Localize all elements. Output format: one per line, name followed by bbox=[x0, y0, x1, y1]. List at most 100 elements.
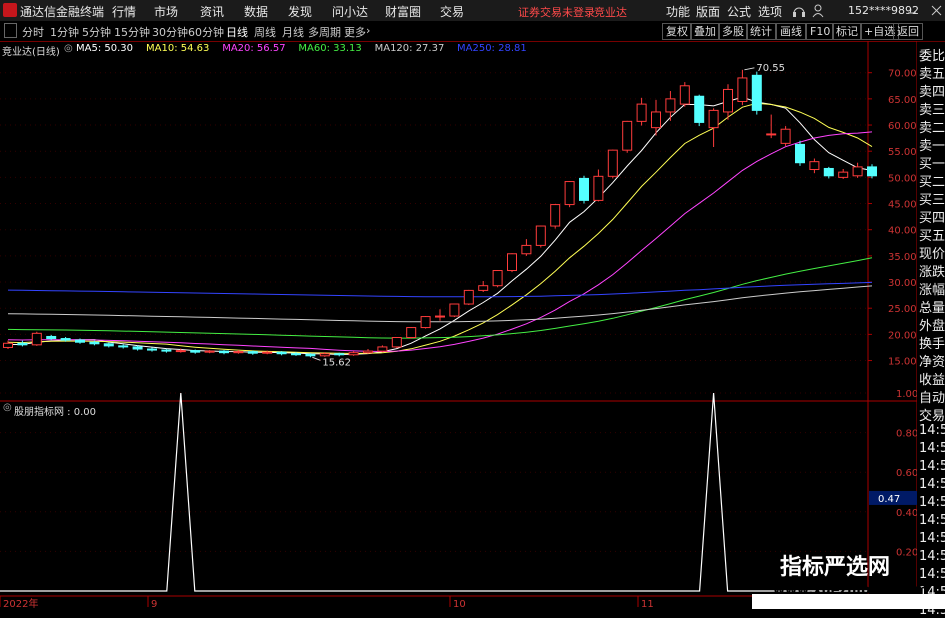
date-tick-label: 9 bbox=[151, 599, 157, 609]
candle-body bbox=[305, 353, 316, 357]
indicator-tick-label: 0.60 bbox=[896, 468, 917, 479]
menu-function[interactable]: 功能 bbox=[666, 3, 690, 20]
side-panel-label: 卖一 bbox=[919, 139, 945, 154]
tab-daily[interactable]: 日线 bbox=[226, 24, 248, 40]
tab-1min[interactable]: 1分钟 bbox=[50, 24, 79, 40]
chart-canvas[interactable]: 70.00 65.00 60.00 55.00 50.00 45.00 40.00 35.00… bbox=[0, 41, 917, 609]
high-marker bbox=[744, 67, 755, 71]
price-tick-label: 20.00 bbox=[888, 330, 917, 341]
indicator-settings-icon[interactable]: ◎ bbox=[3, 402, 12, 413]
btn-multi-stock[interactable]: 多股 bbox=[718, 23, 748, 40]
chevron-right-icon[interactable]: › bbox=[366, 24, 370, 37]
candle-body bbox=[737, 77, 748, 102]
btn-adjust[interactable]: 复权 bbox=[662, 23, 692, 40]
tab-weekly[interactable]: 周线 bbox=[254, 24, 276, 40]
indicator-tick-label: 0.20 bbox=[896, 547, 917, 558]
candle-body bbox=[550, 204, 561, 227]
btn-draw[interactable]: 画线 bbox=[776, 23, 806, 40]
price-tick-label: 25.00 bbox=[888, 304, 917, 315]
side-panel-label: 总量 bbox=[919, 301, 945, 316]
price-tick-label: 45.00 bbox=[888, 200, 917, 211]
indicator-line bbox=[0, 392, 868, 592]
tab-5min[interactable]: 5分钟 bbox=[82, 24, 111, 40]
tab-more[interactable]: 更多 bbox=[344, 24, 366, 40]
app-title: 通达信金融终端 bbox=[20, 5, 105, 19]
side-panel-label: 买一 bbox=[919, 157, 945, 172]
menu-ask[interactable]: 问小达 bbox=[332, 3, 368, 20]
window-controls[interactable] bbox=[906, 4, 944, 16]
candle-body bbox=[175, 350, 186, 353]
menu-discover[interactable]: 发现 bbox=[288, 3, 312, 20]
tab-multi-period[interactable]: 多周期 bbox=[308, 24, 341, 40]
menu-news[interactable]: 资讯 bbox=[200, 3, 224, 20]
btn-back[interactable]: 返回 bbox=[893, 23, 923, 40]
side-panel-label: 净资 bbox=[919, 355, 945, 370]
menu-wealth[interactable]: 财富圈 bbox=[385, 3, 421, 20]
candle-body bbox=[766, 133, 777, 136]
menu-market[interactable]: 市场 bbox=[154, 3, 178, 20]
candle-body bbox=[521, 244, 532, 255]
candle-body bbox=[622, 120, 633, 151]
side-panel-label: 14:56 bbox=[919, 495, 945, 510]
candle-body bbox=[449, 303, 460, 317]
date-tick-label: 11 bbox=[641, 599, 654, 609]
side-panel-label: 交易 bbox=[919, 409, 945, 424]
current-value-label: 0.47 bbox=[878, 494, 900, 505]
menu-options[interactable]: 选项 bbox=[758, 3, 782, 20]
menu-formula[interactable]: 公式 bbox=[727, 3, 751, 20]
candle-body bbox=[809, 161, 820, 171]
ma-legend-item: MA120: 27.37 bbox=[374, 43, 445, 54]
candle-body bbox=[679, 85, 690, 105]
indicator-title: 股朋指标网 : 0.00 bbox=[14, 407, 96, 418]
tab-15min[interactable]: 15分钟 bbox=[114, 24, 150, 40]
ma-legend-item: MA20: 56.57 bbox=[222, 43, 286, 54]
date-tick-label: 10 bbox=[453, 599, 466, 609]
side-panel-label: 14:56 bbox=[919, 423, 945, 438]
side-panel-label: 涨跌 bbox=[919, 265, 945, 280]
candle-body bbox=[463, 289, 474, 305]
candle-body bbox=[607, 149, 618, 177]
tab-60min[interactable]: 60分钟 bbox=[188, 24, 224, 40]
side-panel-label: 14:56 bbox=[919, 477, 945, 492]
tab-intraday[interactable]: 分时 bbox=[22, 24, 44, 40]
side-panel-label: 买四 bbox=[919, 211, 945, 226]
candle-body bbox=[276, 351, 287, 355]
candle-body bbox=[593, 175, 604, 201]
price-tick-label: 65.00 bbox=[888, 95, 917, 106]
btn-f10[interactable]: F10 bbox=[806, 23, 835, 40]
candle-body bbox=[507, 253, 517, 272]
btn-stats[interactable]: 统计 bbox=[746, 23, 776, 40]
candle-body bbox=[535, 225, 546, 246]
settings-icon[interactable]: ◎ bbox=[64, 43, 73, 54]
side-panel-label: 委比 bbox=[919, 49, 945, 64]
login-notice[interactable]: 证券交易未登录 bbox=[518, 4, 595, 20]
side-panel-label: 外盘 bbox=[919, 319, 945, 334]
candle-body bbox=[348, 352, 359, 356]
btn-overlay[interactable]: 叠加 bbox=[690, 23, 720, 40]
tab-30min[interactable]: 30分钟 bbox=[152, 24, 188, 40]
price-tick-label: 35.00 bbox=[888, 252, 917, 263]
candle-body bbox=[579, 177, 589, 201]
menu-layout[interactable]: 版面 bbox=[696, 3, 720, 20]
candle-body bbox=[132, 346, 143, 350]
side-panel-label: 现价 bbox=[919, 247, 945, 262]
tab-monthly[interactable]: 月线 bbox=[282, 24, 304, 40]
chart-title: 竞业达(日线) bbox=[2, 47, 60, 58]
candle-body bbox=[3, 342, 13, 348]
candle-body bbox=[867, 166, 877, 177]
ma-legend-item: MA60: 33.13 bbox=[298, 43, 362, 54]
menu-trade[interactable]: 交易 bbox=[440, 3, 464, 20]
candle-body bbox=[31, 332, 42, 346]
side-panel-label: 14:56 bbox=[919, 513, 945, 528]
side-panel-label: 买五 bbox=[919, 229, 945, 244]
candle-body bbox=[147, 348, 157, 351]
btn-mark[interactable]: 标记 bbox=[832, 23, 862, 40]
stock-name-notice[interactable]: 竞业达 bbox=[594, 4, 627, 20]
side-panel-label: 涨幅 bbox=[919, 283, 945, 298]
menu-data[interactable]: 数据 bbox=[244, 3, 268, 20]
toggle-panel-icon[interactable] bbox=[4, 23, 17, 38]
candle-body bbox=[247, 351, 258, 354]
menu-quotes[interactable]: 行情 bbox=[112, 3, 136, 20]
price-tick-label: 15.00 bbox=[888, 357, 917, 368]
indicator-tick-label: 0.40 bbox=[896, 508, 917, 519]
